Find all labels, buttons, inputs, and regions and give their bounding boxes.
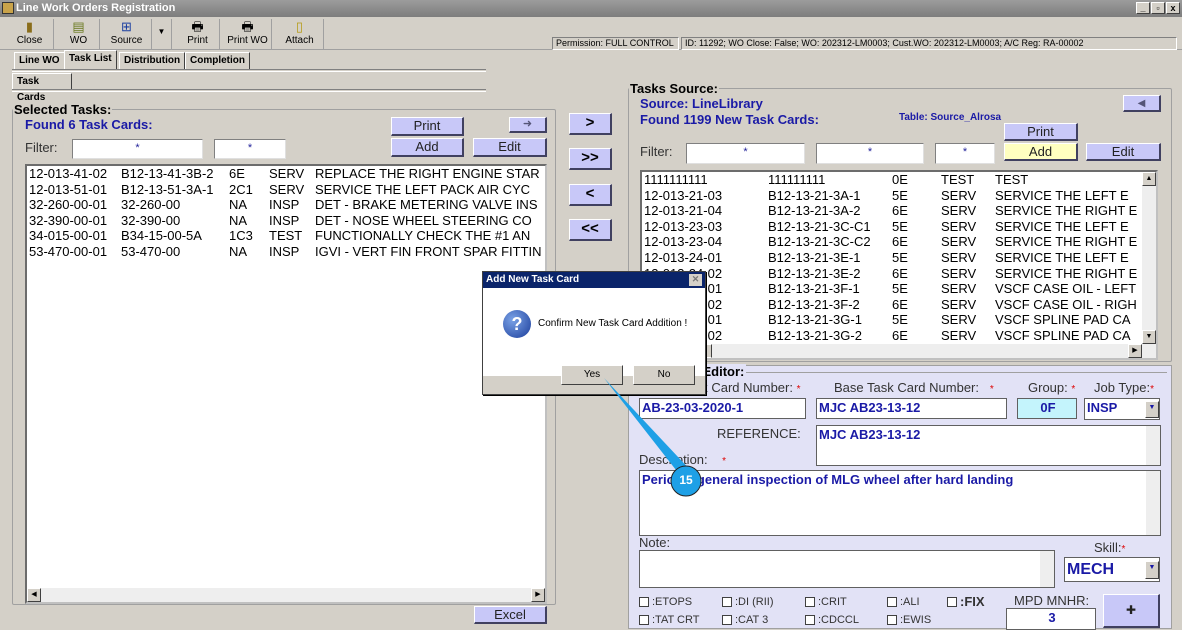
callout-tail bbox=[604, 378, 694, 474]
callout-number: 15 bbox=[679, 473, 693, 487]
callout-pointer bbox=[604, 378, 702, 497]
